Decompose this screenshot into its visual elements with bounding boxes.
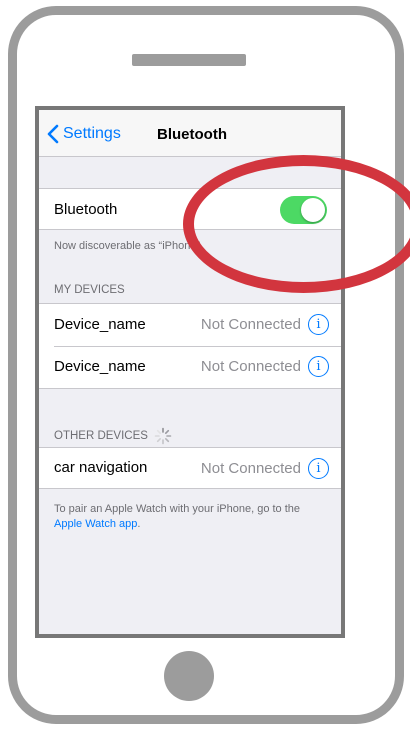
- other-devices-title: OTHER DEVICES: [54, 430, 148, 442]
- footnote-suffix: .: [137, 518, 141, 530]
- loading-spinner-icon: [154, 427, 172, 445]
- device-status: Not Connected: [200, 316, 301, 333]
- home-button[interactable]: [164, 651, 214, 701]
- page-title: Bluetooth: [157, 126, 227, 143]
- list-item[interactable]: Device_name Not Connected i: [39, 304, 341, 346]
- apple-watch-app-link[interactable]: Apple Watch app: [54, 518, 137, 530]
- navigation-bar: Settings Bluetooth: [39, 110, 341, 157]
- bluetooth-toggle[interactable]: [280, 196, 327, 224]
- bluetooth-row: Bluetooth: [39, 188, 341, 230]
- device-status: Not Connected: [200, 358, 301, 375]
- device-name: car navigation: [54, 459, 148, 476]
- list-item[interactable]: car navigation Not Connected i: [39, 447, 341, 489]
- list-item[interactable]: Device_name Not Connected i: [39, 346, 341, 388]
- pairing-footnote: To pair an Apple Watch with your iPhone,…: [54, 502, 324, 532]
- speaker-grille: [132, 54, 246, 66]
- screen: Settings Bluetooth Bluetooth Now discove…: [35, 106, 345, 638]
- other-devices-header: OTHER DEVICES: [54, 427, 172, 445]
- info-icon[interactable]: i: [308, 314, 329, 335]
- info-icon[interactable]: i: [308, 356, 329, 377]
- device-name: Device_name: [54, 358, 146, 375]
- bluetooth-label: Bluetooth: [54, 201, 118, 218]
- info-icon[interactable]: i: [308, 458, 329, 479]
- device-name: Device_name: [54, 316, 146, 333]
- my-devices-group: Device_name Not Connected i Device_name …: [39, 303, 341, 389]
- footnote-text: To pair an Apple Watch with your iPhone,…: [54, 503, 301, 515]
- discoverable-text: Now discoverable as “iPhone”.: [54, 240, 204, 252]
- device-status: Not Connected: [200, 460, 301, 477]
- my-devices-header: MY DEVICES: [54, 284, 125, 296]
- toggle-knob: [301, 198, 325, 222]
